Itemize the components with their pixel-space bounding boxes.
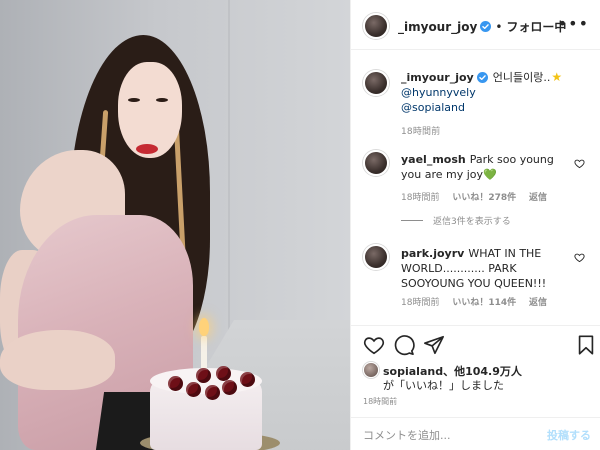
reply-button[interactable]: 返信 (529, 193, 547, 203)
reply-button[interactable]: 返信 (529, 298, 547, 308)
post-photo[interactable] (0, 0, 350, 450)
author-username[interactable]: _imyour_joy (398, 20, 477, 34)
cherry (186, 382, 201, 397)
eye (156, 98, 168, 102)
comment-bubble-icon[interactable] (393, 334, 415, 356)
save-bookmark-icon[interactable] (575, 334, 597, 356)
cherry (240, 372, 255, 387)
comment-meta: 18時間前 いいね！278件 返信 (401, 190, 557, 203)
comment-input[interactable] (363, 426, 533, 444)
like-comment-heart-icon[interactable] (574, 252, 585, 263)
more-options-icon[interactable]: ••• (558, 14, 589, 33)
commenter-username[interactable]: park.joyrv (401, 247, 464, 260)
mention-link[interactable]: @hyunnyvely (401, 85, 591, 100)
comment-box: 投稿する (351, 417, 600, 450)
caption-username[interactable]: _imyour_joy (401, 70, 474, 85)
cherry (168, 376, 183, 391)
separator-dot: • (495, 19, 503, 34)
caption-avatar[interactable] (363, 70, 389, 96)
green-heart-emoji-icon: 💚 (483, 168, 497, 181)
post-side-panel: _imyour_joy • フォロー中 ••• _imyour_joy 언니들이… (350, 0, 600, 450)
post-header: _imyour_joy • フォロー中 ••• (351, 0, 600, 50)
liker-avatar[interactable] (363, 362, 379, 378)
verified-badge-icon (480, 21, 492, 32)
cherry (196, 368, 211, 383)
replies-line (401, 220, 423, 221)
comment-body: yael_mosh Park soo young you are my joy💚 (401, 152, 573, 182)
author-avatar[interactable] (363, 13, 389, 39)
action-bar (363, 334, 594, 360)
comment-body: park.joyrv WHAT IN THE WORLD............ … (401, 246, 573, 291)
comment-time[interactable]: 18時間前 (401, 298, 439, 308)
view-replies-button[interactable]: 返信3件を表示する (401, 214, 511, 227)
header-line: _imyour_joy • フォロー中 (398, 18, 566, 35)
comment-likes[interactable]: いいね！114件 (452, 298, 516, 308)
leg (0, 330, 115, 390)
cherry (205, 385, 220, 400)
commenter-avatar[interactable] (363, 244, 389, 270)
candle-flame (199, 318, 209, 336)
caption-body: _imyour_joy 언니들이랑.. ★ @hyunnyvely @sopia… (401, 70, 591, 115)
post-comment-button[interactable]: 投稿する (547, 427, 591, 443)
like-comment-heart-icon[interactable] (574, 158, 585, 169)
comment-meta: 18時間前 いいね！114件 返信 (401, 295, 557, 308)
verified-badge-icon (476, 72, 488, 83)
likes-suffix: が「いいね！」しました (383, 379, 504, 392)
caption-time[interactable]: 18時間前 (401, 124, 440, 137)
mention-link[interactable]: @sopialand (401, 100, 591, 115)
like-heart-icon[interactable] (363, 334, 385, 356)
commenter-avatar[interactable] (363, 150, 389, 176)
caption-text: 언니들이랑.. (492, 71, 551, 84)
lips (136, 144, 158, 154)
cherry (216, 366, 231, 381)
post-caption: _imyour_joy 언니들이랑.. ★ @hyunnyvely @sopia… (351, 62, 600, 142)
cherry (222, 380, 237, 395)
comment-time[interactable]: 18時間前 (401, 193, 439, 203)
actions-divider (351, 325, 600, 326)
comment-likes[interactable]: いいね！278件 (452, 193, 516, 203)
likes-summary: sopialand、他104.9万人 が「いいね！」しました (363, 362, 593, 392)
eye (128, 98, 140, 102)
star-emoji-icon: ★ (551, 70, 563, 84)
post-time[interactable]: 18時間前 (363, 396, 397, 407)
share-paper-plane-icon[interactable] (423, 334, 445, 356)
view-replies-label: 返信3件を表示する (433, 217, 511, 227)
commenter-username[interactable]: yael_mosh (401, 153, 466, 166)
